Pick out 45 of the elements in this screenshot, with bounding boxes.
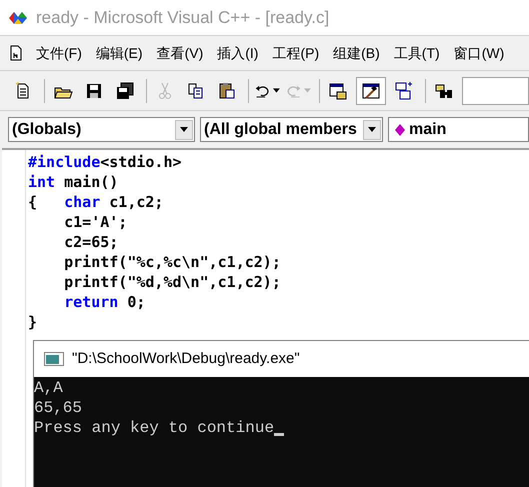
menu-item[interactable]: 工具(T) — [394, 42, 440, 64]
code-line: printf("%d,%d\n",c1,c2); — [63, 272, 281, 292]
app-logo-icon — [8, 10, 28, 24]
caret-icon — [304, 88, 311, 93]
floppy-disks-icon — [115, 80, 135, 100]
console-output-line: Press any key to continue — [34, 418, 274, 438]
caret-icon — [368, 127, 376, 132]
windows-icon — [394, 80, 414, 100]
code-line: return 0; — [63, 292, 146, 312]
cursor — [274, 433, 284, 436]
console-output-line: 65,65 — [34, 398, 82, 418]
dropdown-button[interactable] — [363, 120, 381, 140]
window-folder-icon — [328, 80, 348, 100]
code-line: int main() — [28, 172, 120, 192]
menu-item[interactable]: 查看(V) — [156, 42, 204, 64]
toolbar-button[interactable] — [356, 76, 386, 104]
clipboard-icon — [217, 80, 237, 100]
scope-combo-value: (Globals) — [12, 120, 82, 140]
code-line: } — [28, 312, 38, 332]
code-line: c1='A'; — [63, 212, 128, 232]
hammer-icon — [361, 80, 381, 100]
caret-icon — [273, 88, 280, 93]
console-title: "D:\SchoolWork\Debug\ready.exe" — [72, 348, 300, 369]
menu-item[interactable]: 工程(P) — [272, 42, 320, 64]
dropdown-button[interactable] — [175, 120, 193, 140]
method-icon — [395, 124, 405, 136]
menu-item[interactable]: 组建(B) — [333, 42, 380, 64]
members-combo-value: (All global members — [204, 120, 357, 140]
code-line: c2=65; — [63, 232, 120, 252]
function-combo-value: main — [409, 120, 446, 140]
search-field[interactable] — [462, 76, 529, 104]
document-icon — [10, 45, 22, 61]
caret-icon — [180, 127, 188, 132]
code-line: printf("%c,%c\n",c1,c2); — [63, 252, 281, 272]
scope-combo-box[interactable]: (Globals) — [8, 117, 195, 142]
menu-item[interactable]: 插入(I) — [217, 42, 258, 64]
menu-item[interactable]: 编辑(E) — [96, 42, 143, 64]
menu-item[interactable]: 文件(F) — [36, 42, 82, 64]
code-line: #include<stdio.h> — [28, 152, 183, 172]
window-title: ready - Microsoft Visual C++ - [ready.c] — [36, 6, 330, 29]
console-icon — [44, 352, 64, 366]
members-combo-box[interactable]: (All global members — [200, 117, 383, 142]
code-line: { char c1,c2; — [28, 192, 164, 212]
menu-item[interactable]: 窗口(W) — [454, 42, 504, 64]
console-output-line: A,A — [34, 378, 63, 398]
